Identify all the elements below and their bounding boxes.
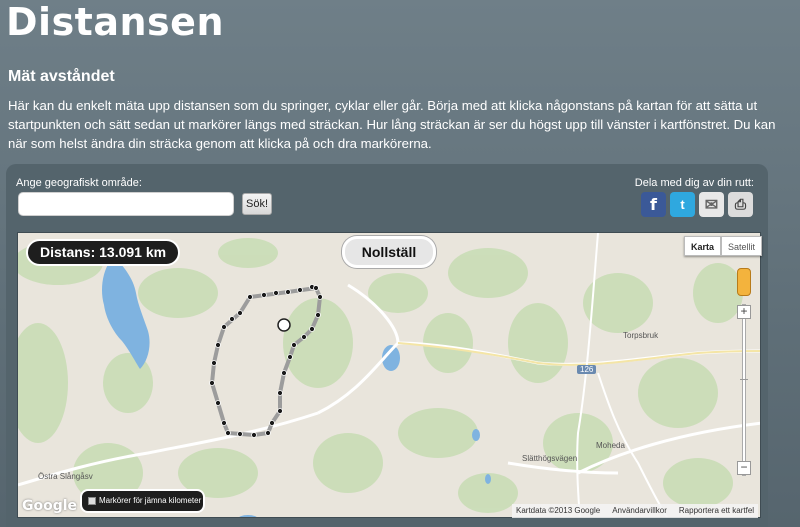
- zoom-out-button[interactable]: −: [737, 461, 751, 475]
- map-type-control: Karta Satellit: [684, 236, 763, 256]
- street-view-pegman-icon[interactable]: [737, 268, 751, 296]
- road-number-badge: 126: [577, 365, 597, 374]
- intro-text: Här kan du enkelt mäta upp distansen som…: [8, 98, 776, 151]
- zoom-in-button[interactable]: +: [737, 305, 751, 319]
- attribution-data: Kartdata ©2013 Google: [516, 506, 601, 515]
- map-attribution: Kartdata ©2013 Google Användarvillkor Ra…: [512, 504, 759, 518]
- km-markers-label: Markörer för jämna kilometer: [99, 496, 202, 505]
- google-logo: Google: [22, 498, 78, 514]
- km-markers-toggle[interactable]: Markörer för jämna kilometer: [80, 489, 205, 513]
- print-icon[interactable]: ⎙: [728, 192, 753, 217]
- search-label: Ange geografiskt område:: [16, 177, 142, 189]
- map-type-satellite-button[interactable]: Satellit: [721, 236, 763, 256]
- road-label-ostra: Östra Slångåsv: [38, 472, 93, 481]
- km-markers-checkbox[interactable]: [88, 496, 96, 505]
- map-graphics: [18, 233, 760, 517]
- road-label-slatthog: Slätthögsvägen: [522, 454, 578, 463]
- zoom-slider[interactable]: [743, 305, 745, 475]
- map-canvas[interactable]: [17, 232, 761, 518]
- search-input[interactable]: [18, 192, 234, 216]
- page-title: Distansen: [6, 0, 224, 44]
- reset-button[interactable]: Nollställ: [342, 236, 436, 268]
- section-title: Mät avståndet: [8, 68, 115, 85]
- place-label-moheda: Moheda: [596, 441, 625, 450]
- map-type-map-button[interactable]: Karta: [684, 236, 722, 256]
- zoom-tick: [740, 379, 748, 380]
- terms-link[interactable]: Användarvillkor: [612, 504, 667, 518]
- report-error-link[interactable]: Rapportera ett kartfel: [679, 504, 754, 518]
- distance-display: Distans: 13.091 km: [26, 239, 181, 266]
- share-label: Dela med dig av din rutt:: [634, 177, 754, 189]
- facebook-icon[interactable]: f: [641, 192, 666, 217]
- share-icons: f t ✉ ⎙: [641, 192, 753, 217]
- place-label-torpsbruk: Torpsbruk: [623, 331, 659, 340]
- twitter-icon[interactable]: t: [670, 192, 695, 217]
- mail-icon[interactable]: ✉: [699, 192, 724, 217]
- search-button[interactable]: Sök!: [242, 193, 272, 215]
